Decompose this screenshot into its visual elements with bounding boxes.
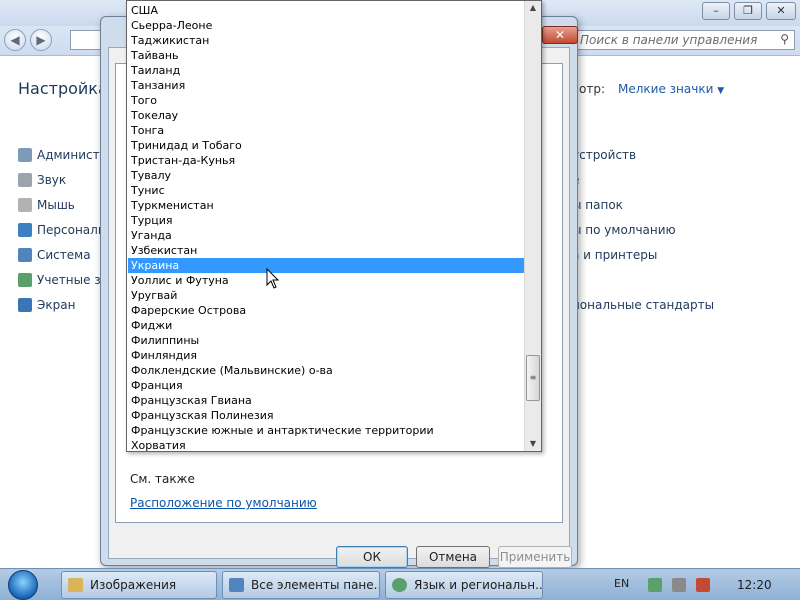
dropdown-option[interactable]: Тунис	[128, 183, 524, 198]
folder-icon	[68, 578, 83, 592]
scrollbar-thumb[interactable]: ≡	[526, 355, 540, 401]
taskbar-button-images[interactable]: Изображения	[61, 571, 217, 599]
window-close-button[interactable]: ✕	[766, 2, 796, 20]
search-icon[interactable]: ⚲	[780, 32, 789, 46]
ok-button[interactable]: ОК	[336, 546, 408, 568]
dropdown-option[interactable]: Филиппины	[128, 333, 524, 348]
dropdown-option[interactable]: Французская Полинезия	[128, 408, 524, 423]
close-button[interactable]: ✕	[542, 26, 578, 44]
view-by-value: Мелкие значки	[618, 82, 714, 96]
cp-item-default-programs[interactable]: ы по умолчанию	[572, 223, 676, 237]
taskbar-button-label: Все элементы пане...	[251, 578, 380, 592]
dropdown-option[interactable]: Тонга	[128, 123, 524, 138]
user-accounts-icon	[18, 273, 32, 287]
dropdown-option[interactable]: Фолклендские (Мальвинские) о-ва	[128, 363, 524, 378]
volume-muted-icon[interactable]	[696, 578, 710, 592]
dropdown-option[interactable]: Тринидад и Тобаго	[128, 138, 524, 153]
dropdown-option[interactable]: Того	[128, 93, 524, 108]
search-placeholder: Поиск в панели управления	[580, 33, 758, 47]
system-icon	[18, 248, 32, 262]
default-location-link[interactable]: Расположение по умолчанию	[130, 496, 317, 510]
taskbar-button-region[interactable]: Язык и региональн...	[385, 571, 543, 599]
taskbar-button-control-panel[interactable]: Все элементы пане...	[222, 571, 380, 599]
dropdown-option[interactable]: Тайвань	[128, 48, 524, 63]
forward-button[interactable]: ▶	[30, 29, 52, 51]
cp-item-mouse[interactable]: Мышь	[37, 198, 75, 212]
dropdown-option[interactable]: Хорватия	[128, 438, 524, 453]
taskbar: Изображения Все элементы пане... Язык и …	[0, 568, 800, 600]
dropdown-option[interactable]: Тувалу	[128, 168, 524, 183]
admin-tools-icon	[18, 148, 32, 162]
taskbar-button-label: Изображения	[90, 578, 177, 592]
chevron-down-icon: ▼	[717, 86, 725, 96]
dropdown-option[interactable]: Турция	[128, 213, 524, 228]
minimize-button[interactable]: –	[702, 2, 730, 20]
dropdown-option[interactable]: Фарерские Острова	[128, 303, 524, 318]
cp-item-regional[interactable]: иональные стандарты	[572, 298, 714, 312]
control-panel-icon	[229, 578, 244, 592]
personalization-icon	[18, 223, 32, 237]
search-input[interactable]: Поиск в панели управления ⚲	[545, 30, 795, 50]
dropdown-option[interactable]: Финляндия	[128, 348, 524, 363]
globe-icon	[392, 578, 407, 592]
language-indicator[interactable]: EN	[614, 577, 629, 590]
cp-item-printers[interactable]: а и принтеры	[572, 248, 657, 262]
mouse-icon	[18, 198, 32, 212]
maximize-button[interactable]: ❐	[734, 2, 762, 20]
cp-item-admin[interactable]: Админист	[37, 148, 100, 162]
cp-item-devices[interactable]: устройств	[572, 148, 636, 162]
dropdown-option[interactable]: Украина	[128, 258, 524, 273]
dropdown-option[interactable]: Уругвай	[128, 288, 524, 303]
dropdown-option[interactable]: Франция	[128, 378, 524, 393]
dropdown-option[interactable]: Уоллис и Футуна	[128, 273, 524, 288]
view-by-dropdown[interactable]: Мелкие значки ▼	[618, 82, 724, 96]
network-icon[interactable]	[672, 578, 686, 592]
clock[interactable]: 12:20	[737, 578, 772, 592]
display-icon	[18, 298, 32, 312]
dropdown-option[interactable]: Французская Гвиана	[128, 393, 524, 408]
back-arrow-icon: ◀	[10, 33, 20, 47]
cp-item-user-accounts[interactable]: Учетные за	[37, 273, 108, 287]
see-also-label: См. также	[130, 472, 195, 486]
country-dropdown-list[interactable]: США Сьерра-Леоне Таджикистан Тайвань Таиланд…	[126, 0, 542, 452]
dropdown-option[interactable]: Токелау	[128, 108, 524, 123]
speaker-icon	[18, 173, 32, 187]
forward-arrow-icon: ▶	[36, 33, 46, 47]
cancel-button[interactable]: Отмена	[416, 546, 490, 568]
cp-item-sound[interactable]: Звук	[37, 173, 66, 187]
scroll-up-icon[interactable]: ▲	[525, 1, 541, 15]
dropdown-option[interactable]: Тристан-да-Кунья	[128, 153, 524, 168]
dropdown-option[interactable]: Таджикистан	[128, 33, 524, 48]
apply-button[interactable]: Применить	[498, 546, 572, 568]
vertical-scrollbar[interactable]: ▲ ≡ ▼	[524, 1, 541, 451]
dropdown-option[interactable]: Таиланд	[128, 63, 524, 78]
cp-item-system[interactable]: Система	[37, 248, 91, 262]
start-button[interactable]	[8, 570, 38, 600]
dropdown-option[interactable]: Уганда	[128, 228, 524, 243]
dropdown-option[interactable]: США	[128, 3, 524, 18]
mouse-cursor-icon	[266, 268, 280, 289]
back-button[interactable]: ◀	[4, 29, 26, 51]
cp-item-personalization[interactable]: Персонали	[37, 223, 106, 237]
cp-item-display[interactable]: Экран	[37, 298, 75, 312]
dropdown-option[interactable]: Фиджи	[128, 318, 524, 333]
action-center-icon[interactable]	[648, 578, 662, 592]
dropdown-option[interactable]: Танзания	[128, 78, 524, 93]
taskbar-button-label: Язык и региональн...	[414, 578, 543, 592]
dropdown-option[interactable]: Сьерра-Леоне	[128, 18, 524, 33]
dropdown-option[interactable]: Узбекистан	[128, 243, 524, 258]
cp-item-folder-options[interactable]: ы папок	[572, 198, 623, 212]
dropdown-option[interactable]: Туркменистан	[128, 198, 524, 213]
dropdown-option[interactable]: Французские южные и антарктические терри…	[128, 423, 524, 438]
scroll-down-icon[interactable]: ▼	[525, 437, 541, 451]
